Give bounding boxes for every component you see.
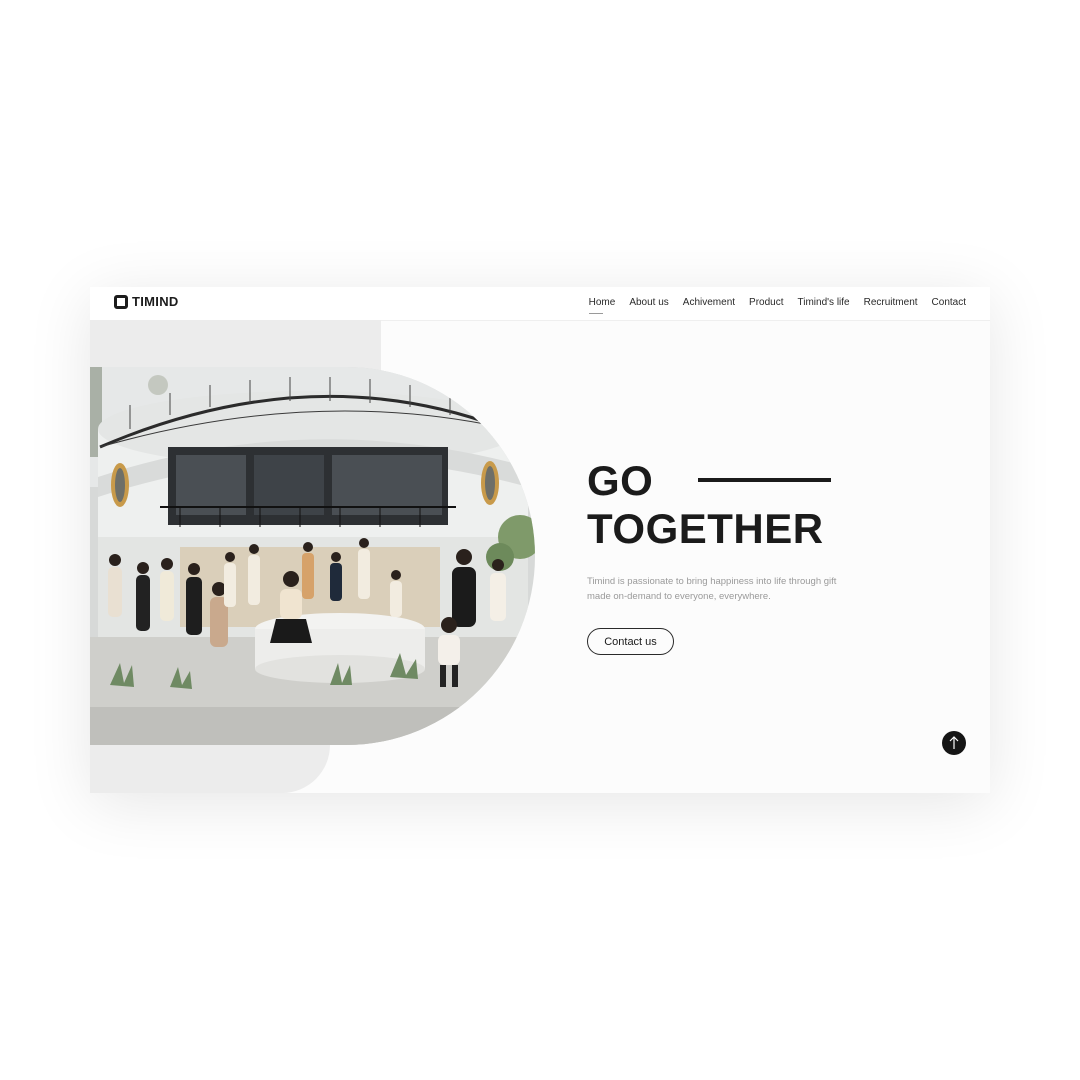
logo[interactable]: TIMIND bbox=[114, 294, 179, 309]
nav-item-about-us[interactable]: About us bbox=[629, 297, 668, 308]
navbar: TIMIND Home About us Achivement Product … bbox=[90, 287, 990, 321]
nav-item-home[interactable]: Home bbox=[588, 297, 615, 314]
logo-text: TIMIND bbox=[132, 294, 179, 309]
nav-item-timinds-life[interactable]: Timind's life bbox=[798, 297, 850, 308]
nav-item-achivement[interactable]: Achivement bbox=[683, 297, 735, 308]
headline-rule bbox=[698, 478, 831, 482]
main-nav: Home About us Achivement Product Timind'… bbox=[588, 297, 966, 314]
scroll-to-top-button[interactable] bbox=[942, 731, 966, 755]
nav-item-contact[interactable]: Contact bbox=[932, 297, 966, 308]
headline-line-2: TOGETHER bbox=[587, 505, 824, 552]
logo-mark-icon bbox=[114, 294, 128, 309]
hero-team-photo bbox=[90, 367, 535, 745]
nav-item-recruitment[interactable]: Recruitment bbox=[864, 297, 918, 308]
hero-description: Timind is passionate to bring happiness … bbox=[587, 576, 837, 602]
hero-headline: GO TOGETHER bbox=[587, 457, 824, 553]
contact-us-button[interactable]: Contact us bbox=[587, 628, 674, 655]
nav-item-product[interactable]: Product bbox=[749, 297, 783, 308]
page-frame: TIMIND Home About us Achivement Product … bbox=[90, 287, 990, 793]
arrow-up-icon bbox=[949, 736, 959, 749]
team-photo-illustration bbox=[90, 367, 535, 745]
decorative-gray-curve bbox=[90, 745, 330, 793]
